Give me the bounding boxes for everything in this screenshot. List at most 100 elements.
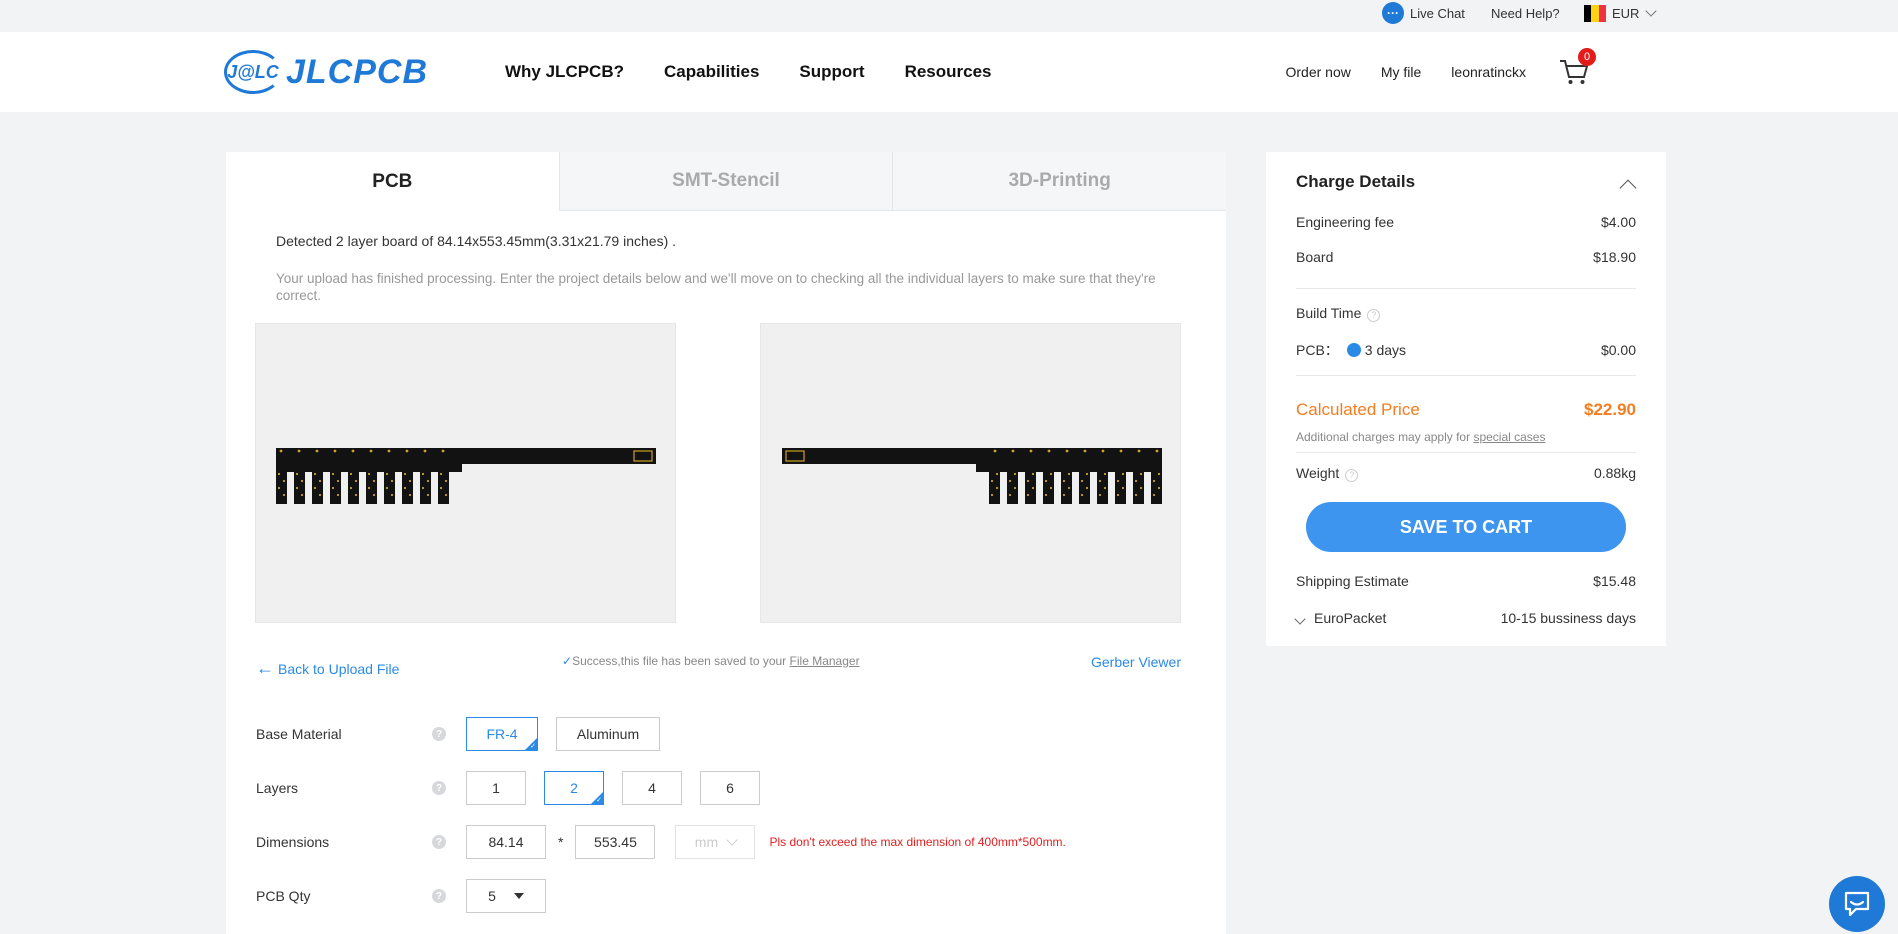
- pcb-pad: [385, 486, 389, 490]
- radio-selected-icon[interactable]: [1346, 343, 1361, 357]
- tab-pcb[interactable]: PCB: [226, 152, 559, 211]
- nav-why-jlcpcb[interactable]: Why JLCPCB?: [505, 62, 624, 82]
- shipping-estimate-row: Shipping Estimate $15.48: [1296, 573, 1636, 589]
- chevron-up-icon[interactable]: [1619, 179, 1637, 197]
- pcb-finger: [1097, 464, 1108, 504]
- charge-details-panel: Charge Details Engineering fee $4.00 Boa…: [1266, 152, 1666, 646]
- pcb-pad: [423, 449, 427, 453]
- chat-widget-button[interactable]: [1829, 876, 1885, 932]
- pcb-pad: [421, 486, 425, 490]
- pcb-pad: [1047, 449, 1051, 453]
- dimensions-row: Dimensions ? * mm Pls don't exceed the m…: [256, 824, 1066, 860]
- pcb-pad: [1157, 472, 1161, 476]
- pcb-pad: [403, 486, 407, 490]
- nav-capabilities[interactable]: Capabilities: [664, 62, 759, 82]
- order-now-link[interactable]: Order now: [1285, 64, 1350, 80]
- cart-button[interactable]: 0: [1558, 48, 1596, 88]
- pcb-pad: [1044, 493, 1048, 497]
- dimensions-label: Dimensions: [256, 834, 330, 850]
- shipping-estimate-label: Shipping Estimate: [1296, 573, 1409, 589]
- pcb-pad: [1157, 486, 1161, 490]
- back-to-upload-link[interactable]: ← Back to Upload File: [256, 658, 399, 679]
- pcb-build-row: PCB： 3 days $0.00: [1296, 340, 1636, 360]
- engineering-fee-row: Engineering fee $4.00: [1296, 214, 1636, 230]
- layers-option-1[interactable]: 1: [466, 771, 526, 805]
- nav-support[interactable]: Support: [799, 62, 864, 82]
- base-material-label: Base Material: [256, 726, 342, 742]
- file-manager-link[interactable]: File Manager: [790, 654, 860, 668]
- unit-select[interactable]: mm: [675, 825, 756, 859]
- layers-option-4[interactable]: 4: [622, 771, 682, 805]
- save-to-cart-button[interactable]: SAVE TO CART: [1306, 502, 1626, 552]
- need-help-link[interactable]: Need Help?: [1491, 0, 1560, 26]
- pcb-pad: [1049, 472, 1053, 476]
- pcb-pad: [1013, 486, 1017, 490]
- user-nav: Order now My file leonratinckx 0: [1255, 32, 1596, 112]
- help-icon[interactable]: ?: [432, 781, 446, 795]
- base-material-fr4[interactable]: FR-4: [466, 717, 538, 751]
- pcb-bottom-render: [782, 448, 1162, 504]
- live-chat-link[interactable]: ··· Live Chat: [1382, 0, 1465, 26]
- pcb-pad: [351, 449, 355, 453]
- divider: [1296, 452, 1636, 453]
- help-icon[interactable]: ?: [432, 727, 446, 741]
- pcb-finger: [1061, 464, 1072, 504]
- help-icon[interactable]: ?: [432, 889, 446, 903]
- special-cases-link[interactable]: special cases: [1473, 430, 1545, 444]
- currency-selector[interactable]: EUR: [1584, 0, 1658, 26]
- help-icon[interactable]: ?: [1345, 468, 1359, 482]
- pcb-pad: [372, 493, 376, 497]
- tab-3d-printing[interactable]: 3D-Printing: [892, 152, 1227, 211]
- pcb-top-preview[interactable]: [255, 323, 676, 623]
- pcb-pad: [1116, 493, 1120, 497]
- pcb-pad: [1139, 472, 1143, 476]
- pcb-finger: [1043, 464, 1054, 504]
- pcb-pad: [315, 449, 319, 453]
- pcb-pad: [282, 493, 286, 497]
- order-panel: PCB SMT-Stencil 3D-Printing Detected 2 l…: [226, 152, 1227, 934]
- tab-smt-stencil[interactable]: SMT-Stencil: [558, 152, 893, 211]
- pcb-finger: [366, 464, 377, 504]
- pcb-pad: [385, 472, 389, 476]
- pcb-pad: [995, 472, 999, 476]
- pcb-pad: [295, 472, 299, 476]
- pcb-pad: [1031, 472, 1035, 476]
- jlcpcb-logo[interactable]: J@LC JLCPCB: [224, 50, 428, 94]
- dimension-height-input[interactable]: [575, 825, 656, 859]
- base-material-aluminum[interactable]: Aluminum: [556, 717, 660, 751]
- pcb-pad: [369, 449, 373, 453]
- username-link[interactable]: leonratinckx: [1451, 64, 1526, 80]
- pcb-finger: [420, 464, 431, 504]
- shipping-method-row[interactable]: EuroPacket 10-15 bussiness days: [1294, 610, 1636, 626]
- my-file-link[interactable]: My file: [1381, 64, 1421, 80]
- pcb-pad: [367, 472, 371, 476]
- pcb-pad: [1062, 479, 1066, 483]
- pcb-pad: [1121, 486, 1125, 490]
- pcb-bottom-preview[interactable]: [760, 323, 1181, 623]
- pcb-pad: [1029, 449, 1033, 453]
- layers-option-6[interactable]: 6: [700, 771, 760, 805]
- additional-charges-text: Additional charges may apply for: [1296, 430, 1471, 444]
- charge-details-title: Charge Details: [1296, 172, 1416, 191]
- pcb-pad: [367, 486, 371, 490]
- help-icon[interactable]: ?: [432, 835, 446, 849]
- pcb-pad: [1080, 493, 1084, 497]
- pcb-pad: [390, 479, 394, 483]
- pcb-pad: [1116, 479, 1120, 483]
- pcb-pad: [333, 449, 337, 453]
- pcb-pad: [444, 493, 448, 497]
- help-icon[interactable]: ?: [1367, 308, 1381, 322]
- times-symbol: *: [558, 834, 564, 850]
- divider: [1296, 288, 1636, 289]
- chevron-down-icon: [1294, 613, 1306, 625]
- nav-resources[interactable]: Resources: [905, 62, 992, 82]
- gerber-viewer-link[interactable]: Gerber Viewer: [1091, 654, 1181, 670]
- pcb-pad: [1008, 493, 1012, 497]
- layers-label: Layers: [256, 780, 299, 796]
- pcb-qty-select[interactable]: 5: [466, 879, 546, 913]
- dimension-width-input[interactable]: [466, 825, 546, 859]
- layers-option-2[interactable]: 2: [544, 771, 604, 805]
- pcb-pad: [1008, 479, 1012, 483]
- pcb-pad: [1011, 449, 1015, 453]
- pcb-build-cost: $0.00: [1600, 342, 1636, 358]
